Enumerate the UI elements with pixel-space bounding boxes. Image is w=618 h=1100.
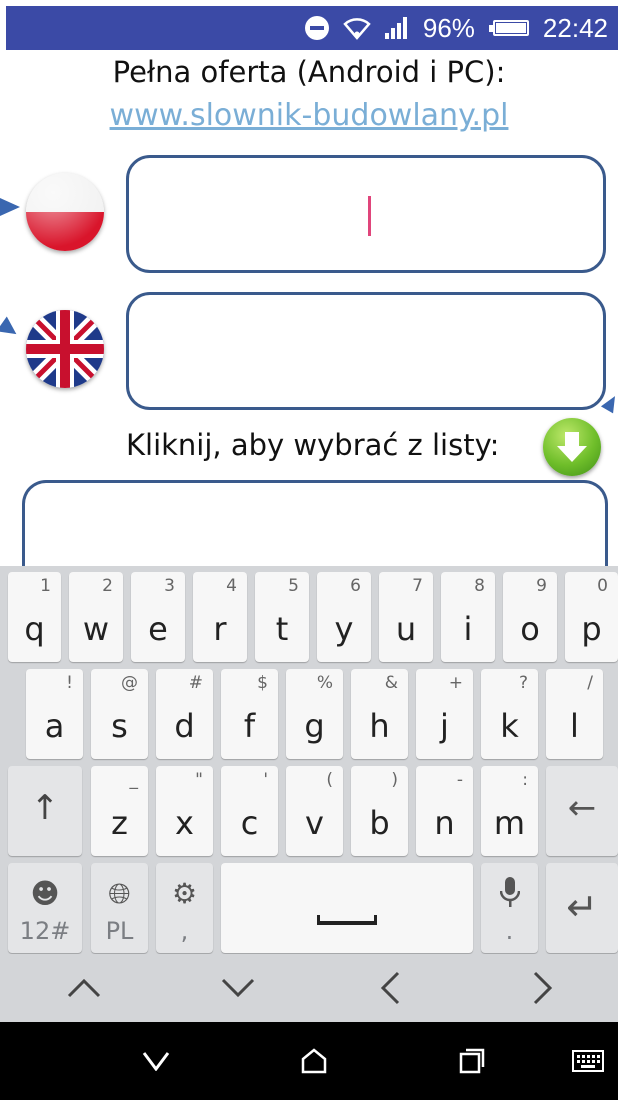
enter-return-icon: ↵ [566,885,598,929]
space-bar[interactable] [221,863,473,953]
key-i[interactable]: 8 i [441,572,495,662]
keyboard-nav-row [0,954,618,1022]
clock: 22:42 [542,12,608,43]
microphone-icon [481,877,538,916]
key-p[interactable]: 0 p [565,572,618,662]
battery-percent: 96% [422,12,475,43]
key-m[interactable]: : m [481,766,538,856]
green-down-arrow-icon [557,432,587,462]
key-d[interactable]: # d [156,669,213,759]
emoji-icon: ☻ [30,877,60,910]
key-n[interactable]: - n [416,766,473,856]
key-s[interactable]: @ s [91,669,148,759]
key-k[interactable]: ? k [481,669,538,759]
back-icon[interactable] [116,1022,196,1100]
key-b[interactable]: ) b [351,766,408,856]
do-not-disturb-icon [304,16,329,40]
backspace-arrow-icon: ← [567,788,597,828]
page-title: Pełna oferta (Android i PC): [112,55,506,89]
settings-gear-icon: ⚙ [171,877,198,910]
key-h[interactable]: & h [351,669,408,759]
keyboard-switch-icon[interactable] [548,1022,618,1100]
uk-flag-icon[interactable] [26,310,104,388]
poland-flag-icon[interactable] [26,173,104,251]
key-v[interactable]: ( v [286,766,343,856]
key-w[interactable]: 2 w [69,572,123,662]
shift-key[interactable]: ↑ [8,766,82,856]
pick-from-list-label: Kliknij, aby wybrać z listy: [126,428,500,462]
shift-up-arrow-icon: ↑ [30,788,60,828]
key-r[interactable]: 4 r [193,572,247,662]
key-g[interactable]: % g [286,669,343,759]
status-bar: 96% 22:42 [6,6,618,50]
pointer-arrow-icon [0,198,20,216]
recents-icon[interactable] [432,1022,512,1100]
key-f[interactable]: $ f [221,669,278,759]
key-a[interactable]: ! a [26,669,83,759]
space-bar-icon [317,915,377,925]
polish-word-input[interactable] [126,155,606,273]
chevron-left-icon[interactable] [340,954,440,1022]
pointer-arrow-icon [0,316,22,342]
chevron-right-icon[interactable] [493,954,593,1022]
english-word-input[interactable] [126,292,606,410]
key-u[interactable]: 7 u [379,572,433,662]
chevron-down-icon[interactable] [188,954,288,1022]
battery-icon [488,20,529,36]
key-o[interactable]: 9 o [503,572,557,662]
key-l[interactable]: / l [546,669,603,759]
key-y[interactable]: 6 y [317,572,371,662]
text-cursor [368,196,371,236]
key-t[interactable]: 5 t [255,572,309,662]
pick-from-list-button[interactable] [543,418,601,476]
enter-key[interactable]: ↵ [546,863,618,953]
language-key[interactable]: 🌐︎ PL [91,863,148,953]
website-link[interactable]: www.slownik-budowlany.pl [0,98,618,133]
key-q[interactable]: 1 q [8,572,61,662]
symbols-key[interactable]: ☻ 12# [8,863,82,953]
key-z[interactable]: _ z [91,766,148,856]
wifi-icon [343,16,371,40]
comma-settings-key[interactable]: ⚙ , [156,863,213,953]
signal-icon [384,17,409,39]
globe-icon: 🌐︎ [108,877,131,910]
system-nav-bar [0,1022,618,1100]
key-e[interactable]: 3 e [131,572,185,662]
key-c[interactable]: ' c [221,766,278,856]
period-mic-key[interactable]: . [481,863,538,953]
backspace-key[interactable]: ← [546,766,618,856]
chevron-up-icon[interactable] [34,954,134,1022]
key-j[interactable]: + j [416,669,473,759]
home-icon[interactable] [274,1022,354,1100]
key-x[interactable]: " x [156,766,213,856]
